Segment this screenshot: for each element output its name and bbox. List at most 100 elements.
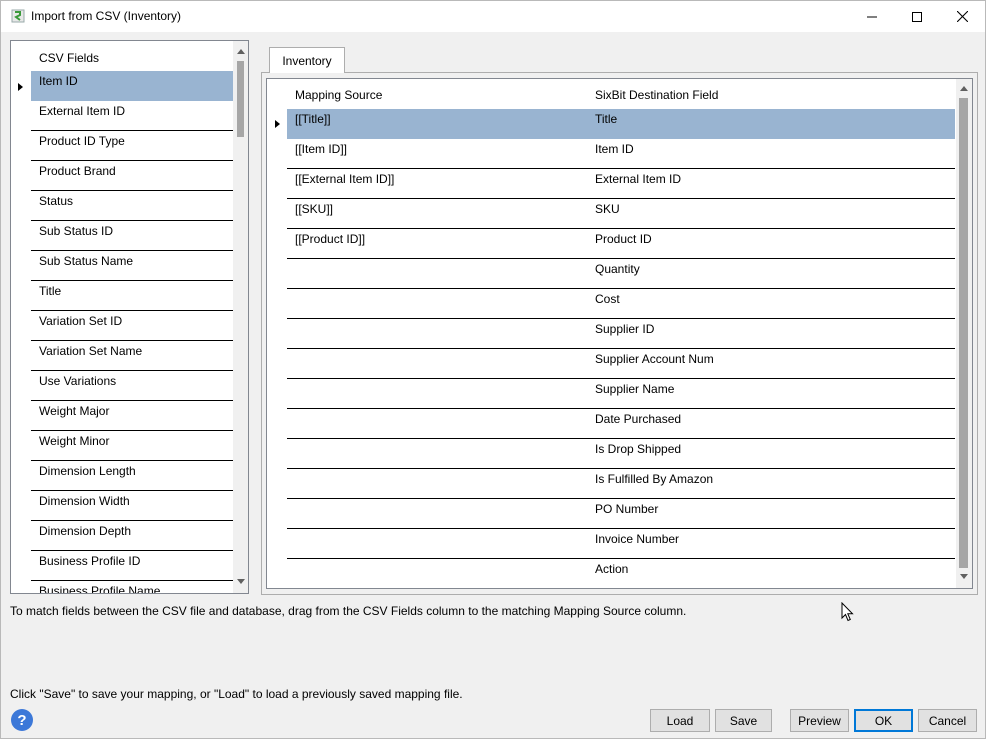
current-row-marker-icon [275,120,280,128]
destination-field-cell: Cost [595,292,620,306]
csv-field-item[interactable]: Weight Major [31,401,233,431]
maximize-button[interactable] [894,1,940,32]
mapping-row[interactable]: Supplier Account Num [287,349,955,379]
mapping-source-cell[interactable]: [[External Item ID]] [295,172,394,186]
drag-instructions: To match fields between the CSV file and… [10,604,687,618]
help-glyph: ? [17,711,27,729]
destination-field-cell: Title [595,112,618,126]
mapping-row[interactable]: [[SKU]] SKU [287,199,955,229]
csv-field-item[interactable]: Variation Set Name [31,341,233,371]
scroll-down-icon[interactable] [237,579,245,584]
csv-field-item[interactable]: Variation Set ID [31,311,233,341]
csv-field-label: Weight Minor [39,434,110,448]
csv-field-item[interactable]: External Item ID [31,101,233,131]
maximize-icon [912,11,922,22]
destination-field-cell: Supplier Account Num [595,352,714,366]
mapping-row[interactable]: PO Number [287,499,955,529]
destination-field-cell: Item ID [595,142,634,156]
mapping-grid-scrollbar[interactable] [956,79,972,588]
sixbit-icon [11,9,25,23]
close-button[interactable] [939,1,985,32]
tab-inventory[interactable]: Inventory [269,47,345,73]
csv-field-item[interactable]: Use Variations [31,371,233,401]
csv-field-item[interactable]: Title [31,281,233,311]
csv-field-label: Product Brand [39,164,116,178]
mapping-row[interactable]: Is Fulfilled By Amazon [287,469,955,499]
destination-field-cell: Date Purchased [595,412,682,426]
csv-field-label: Product ID Type [39,134,125,148]
cancel-button[interactable]: Cancel [918,709,977,732]
csv-field-label: Title [39,284,62,298]
csv-field-label: Business Profile ID [39,554,141,568]
destination-field-cell: Is Fulfilled By Amazon [595,472,714,486]
destination-field-cell: External Item ID [595,172,682,186]
csv-field-label: External Item ID [39,104,126,118]
close-icon [956,11,968,22]
mapping-row[interactable]: [[Title]] Title [287,109,955,139]
title-bar: Import from CSV (Inventory) [1,1,985,32]
csv-fields-scrollbar[interactable] [233,41,248,593]
mapping-grid[interactable]: Mapping Source SixBit Destination Field … [266,78,973,589]
csv-field-label: Use Variations [39,374,117,388]
csv-field-item[interactable]: Product Brand [31,161,233,191]
csv-field-label: Weight Major [39,404,110,418]
scroll-up-icon[interactable] [237,49,245,54]
csv-fields-list[interactable]: CSV Fields Item ID External Item ID Produc… [10,40,249,594]
preview-button[interactable]: Preview [790,709,849,732]
destination-field-cell: Invoice Number [595,532,680,546]
mapping-source-cell[interactable]: [[Item ID]] [295,142,347,156]
csv-field-item[interactable]: Dimension Width [31,491,233,521]
csv-field-item[interactable]: Dimension Length [31,461,233,491]
destination-field-cell: SKU [595,202,620,216]
mapping-row[interactable]: [[External Item ID]] External Item ID [287,169,955,199]
mapping-row[interactable]: Is Drop Shipped [287,439,955,469]
mapping-row[interactable]: Supplier Name [287,379,955,409]
minimize-button[interactable] [849,1,895,32]
mapping-row[interactable]: [[Item ID]] Item ID [287,139,955,169]
mapping-source-cell[interactable]: [[Title]] [295,112,331,126]
ok-button[interactable]: OK [854,709,913,732]
mapping-source-header: Mapping Source [295,88,383,102]
mapping-row[interactable]: Cost [287,289,955,319]
csv-field-item[interactable]: Business Profile Name [31,581,233,594]
mapping-row[interactable]: Date Purchased [287,409,955,439]
scroll-up-icon[interactable] [960,86,968,91]
csv-field-label: Sub Status Name [39,254,134,268]
mapping-row[interactable]: Invoice Number [287,529,955,559]
mapping-source-cell[interactable]: [[SKU]] [295,202,333,216]
mapping-row[interactable]: [[Product ID]] Product ID [287,229,955,259]
csv-field-label: Variation Set Name [39,344,143,358]
csv-field-label: Business Profile Name [39,584,161,594]
csv-field-item[interactable]: Dimension Depth [31,521,233,551]
scroll-down-icon[interactable] [960,574,968,579]
scrollbar-thumb[interactable] [237,61,244,137]
mapping-row[interactable]: Action [287,559,955,588]
help-icon[interactable]: ? [11,709,33,731]
save-button[interactable]: Save [715,709,772,732]
destination-field-cell: Supplier Name [595,382,675,396]
save-instructions: Click "Save" to save your mapping, or "L… [10,687,463,701]
destination-field-cell: Is Drop Shipped [595,442,682,456]
import-csv-dialog: Import from CSV (Inventory) CSV Fields I… [0,0,986,739]
mapping-row[interactable]: Supplier ID [287,319,955,349]
csv-field-label: Status [39,194,74,208]
destination-field-cell: Product ID [595,232,652,246]
destination-field-cell: Supplier ID [595,322,655,336]
csv-field-label: Sub Status ID [39,224,114,238]
destination-field-cell: PO Number [595,502,659,516]
csv-field-item[interactable]: Weight Minor [31,431,233,461]
csv-field-item[interactable]: Item ID [31,71,233,101]
scrollbar-thumb[interactable] [959,98,968,568]
destination-field-cell: Quantity [595,262,640,276]
csv-field-item[interactable]: Sub Status Name [31,251,233,281]
load-button[interactable]: Load [650,709,710,732]
csv-field-item[interactable]: Product ID Type [31,131,233,161]
csv-field-item[interactable]: Business Profile ID [31,551,233,581]
tab-inventory-label: Inventory [282,53,332,68]
mapping-source-cell[interactable]: [[Product ID]] [295,232,365,246]
mapping-row[interactable]: Quantity [287,259,955,289]
csv-field-item[interactable]: Sub Status ID [31,221,233,251]
destination-field-header: SixBit Destination Field [595,88,719,102]
window-title: Import from CSV (Inventory) [31,9,182,23]
csv-field-item[interactable]: Status [31,191,233,221]
